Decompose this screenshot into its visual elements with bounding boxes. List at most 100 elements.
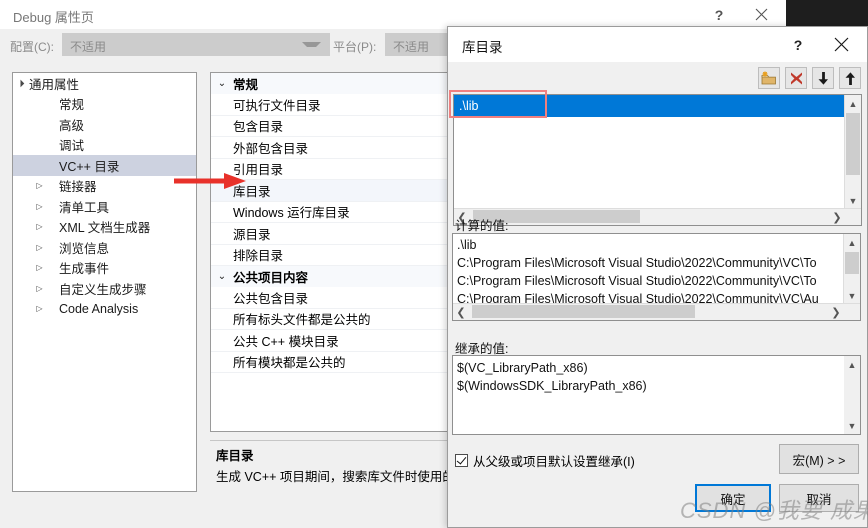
tree-item-label: 清单工具 [59, 197, 109, 216]
cancel-button[interactable]: 取消 [779, 484, 859, 512]
group-header-label: 常规 [233, 74, 258, 93]
property-label: 所有标头文件都是公共的 [233, 309, 371, 328]
chevron-right-icon[interactable] [33, 181, 46, 190]
eval-hscroll-thumb[interactable] [472, 305, 695, 318]
close-icon[interactable] [739, 0, 783, 29]
configuration-value: 不适用 [70, 38, 106, 55]
property-label: 包含目录 [233, 116, 283, 135]
chevron-right-icon[interactable] [33, 263, 46, 272]
move-up-glyph [844, 71, 857, 86]
tree-item-label: Code Analysis [59, 302, 138, 316]
new-folder-icon[interactable] [758, 67, 780, 89]
property-label: 排除目录 [233, 245, 283, 264]
tree-item-label: VC++ 目录 [59, 156, 119, 175]
chevron-right-icon[interactable] [33, 202, 46, 211]
listbox-vertical-scrollbar[interactable]: ▲ ▼ [844, 95, 861, 209]
tree-item-1[interactable]: 常规 [13, 94, 196, 115]
tree-item-label: 链接器 [59, 176, 97, 195]
tree-item-label: 生成事件 [59, 258, 109, 277]
property-label: 公共包含目录 [233, 288, 308, 307]
inherit-checkbox-label: 从父级或项目默认设置继承(I) [473, 451, 635, 470]
delete-icon[interactable] [785, 67, 807, 89]
chevron-down-icon[interactable] [13, 79, 26, 88]
inherit-checkbox[interactable] [455, 454, 468, 467]
chevron-right-icon[interactable] [33, 243, 46, 252]
evaluated-value-line: .\lib [453, 236, 844, 254]
chevron-right-icon[interactable] [33, 284, 46, 293]
platform-value: 不适用 [393, 38, 429, 55]
property-label: 公共 C++ 模块目录 [233, 331, 339, 350]
eval-scroll-left-icon[interactable]: ❮ [453, 304, 469, 320]
scroll-right-icon[interactable]: ❯ [829, 209, 845, 225]
inh-scroll-down-icon[interactable]: ▼ [844, 417, 860, 434]
dialog-title-bar: 库目录 ? [448, 27, 867, 62]
configuration-label: 配置(C): [10, 38, 54, 55]
platform-label: 平台(P): [333, 38, 376, 55]
inherited-values-box[interactable]: $(VC_LibraryPath_x86)$(WindowsSDK_Librar… [452, 355, 861, 435]
chevron-down-icon [302, 42, 321, 53]
evaluated-horizontal-scrollbar[interactable]: ❮ ❯ [453, 303, 860, 320]
scroll-down-icon[interactable]: ▼ [845, 192, 861, 209]
tree-item-label: 自定义生成步骤 [59, 279, 147, 298]
tree-item-9[interactable]: 生成事件 [13, 258, 196, 279]
evaluated-value-line: C:\Program Files\Microsoft Visual Studio… [453, 254, 844, 272]
tree-item-label: 常规 [59, 94, 84, 113]
scroll-thumb[interactable] [846, 113, 860, 175]
macros-button[interactable]: 宏(M) > > [779, 444, 859, 474]
evaluated-values-label: 计算的值: [455, 215, 508, 234]
inh-scroll-up-icon[interactable]: ▲ [844, 356, 860, 373]
annotation-arrow-icon [174, 172, 250, 190]
configuration-dropdown[interactable]: 不适用 [62, 33, 330, 56]
chevron-right-icon[interactable] [33, 222, 46, 231]
tree-item-10[interactable]: 自定义生成步骤 [13, 278, 196, 299]
dialog-close-icon[interactable] [819, 27, 863, 62]
evaluated-values-box[interactable]: .\libC:\Program Files\Microsoft Visual S… [452, 233, 861, 321]
chevron-down-icon[interactable]: ⌄ [211, 271, 233, 282]
eval-scroll-down-icon[interactable]: ▼ [844, 287, 860, 304]
tree-item-8[interactable]: 浏览信息 [13, 237, 196, 258]
tree-item-11[interactable]: Code Analysis [13, 299, 196, 320]
inherited-values-list: $(VC_LibraryPath_x86)$(WindowsSDK_Librar… [453, 359, 844, 395]
eval-scroll-thumb[interactable] [845, 252, 859, 274]
inherited-value-line: $(WindowsSDK_LibraryPath_x86) [453, 377, 844, 395]
tree-item-2[interactable]: 高级 [13, 114, 196, 135]
tree-item-label: 高级 [59, 115, 84, 134]
move-up-icon[interactable] [839, 67, 861, 89]
tree-item-0[interactable]: 通用属性 [13, 73, 196, 94]
tree-item-5[interactable]: 链接器 [13, 176, 196, 197]
property-label: Windows 运行库目录 [233, 202, 350, 221]
group-header-label: 公共项目内容 [233, 267, 308, 286]
dialog-help-icon[interactable]: ? [776, 27, 820, 62]
chevron-down-icon[interactable]: ⌄ [211, 78, 233, 89]
page-title: Debug 属性页 [13, 7, 94, 26]
delete-glyph [789, 71, 804, 86]
tree-item-4[interactable]: VC++ 目录 [13, 155, 196, 176]
dialog-title: 库目录 [462, 36, 503, 56]
inherited-vertical-scrollbar[interactable]: ▲ ▼ [844, 356, 860, 434]
property-label: 可执行文件目录 [233, 95, 321, 114]
tree-item-label: XML 文档生成器 [59, 217, 150, 236]
ok-button[interactable]: 确定 [695, 484, 771, 512]
inherit-checkbox-row[interactable]: 从父级或项目默认设置继承(I) [455, 451, 635, 470]
dialog-close-glyph [834, 37, 849, 52]
evaluated-values-list: .\libC:\Program Files\Microsoft Visual S… [453, 236, 844, 308]
chevron-right-icon[interactable] [33, 304, 46, 313]
tree-item-3[interactable]: 调试 [13, 135, 196, 156]
evaluated-vertical-scrollbar[interactable]: ▲ ▼ [843, 234, 860, 304]
listbox-horizontal-scrollbar[interactable]: ❮ ❯ [454, 208, 861, 225]
eval-scroll-right-icon[interactable]: ❯ [828, 304, 844, 320]
tree-item-6[interactable]: 清单工具 [13, 196, 196, 217]
annotation-highlight-box [449, 90, 547, 118]
tree-item-label: 调试 [59, 135, 84, 154]
tree-item-label: 浏览信息 [59, 238, 109, 257]
move-down-icon[interactable] [812, 67, 834, 89]
tree-item-label: 通用属性 [29, 74, 79, 93]
help-icon[interactable]: ? [697, 0, 741, 29]
property-label: 外部包含目录 [233, 138, 308, 157]
scroll-up-icon[interactable]: ▲ [845, 95, 861, 112]
eval-scroll-up-icon[interactable]: ▲ [844, 234, 860, 251]
evaluated-value-line: C:\Program Files\Microsoft Visual Studio… [453, 272, 844, 290]
new-folder-glyph [761, 71, 777, 86]
tree-item-7[interactable]: XML 文档生成器 [13, 217, 196, 238]
property-tree[interactable]: 通用属性常规高级调试 VC++ 目录链接器清单工具XML 文档生成器浏览信息生成事… [12, 72, 197, 492]
